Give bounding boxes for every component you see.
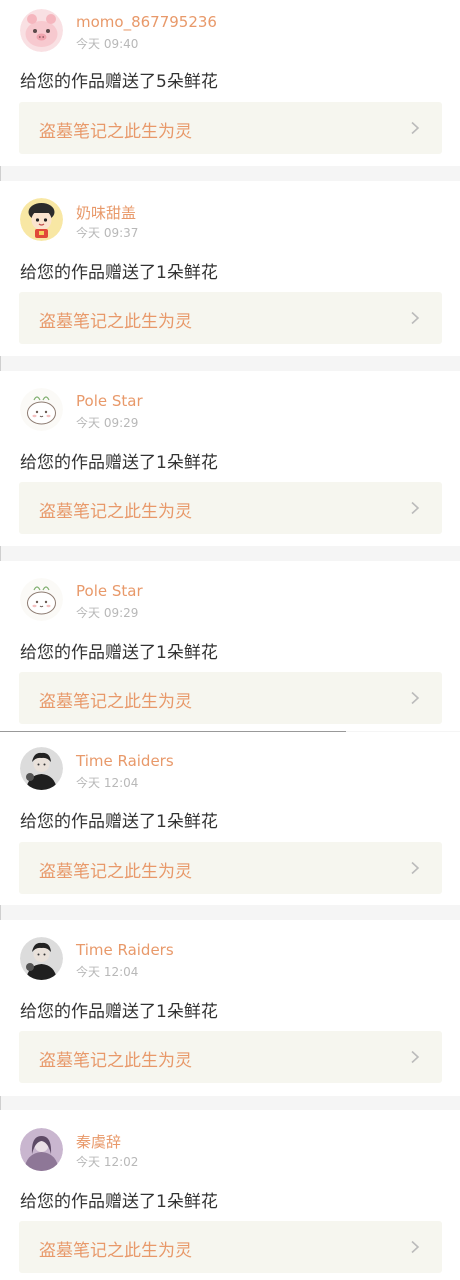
- username[interactable]: Pole Star: [76, 582, 143, 600]
- work-title: 盗墓笔记之此生为灵: [39, 692, 192, 712]
- pink-piglet-avatar-icon[interactable]: [20, 9, 63, 52]
- chevron-right-icon: [411, 691, 420, 705]
- purple-portrait-avatar-icon[interactable]: [20, 1128, 63, 1171]
- notification-card: 秦虞辞 今天 12:02 给您的作品赠送了1朵鲜花 盗墓笔记之此生为灵: [0, 1110, 460, 1280]
- username[interactable]: 秦虞辞: [76, 1131, 121, 1152]
- chevron-right-icon: [411, 311, 420, 325]
- chevron-right-icon: [411, 121, 420, 135]
- timestamp: 今天 12:04: [76, 776, 139, 790]
- dark-portrait-avatar-icon[interactable]: [20, 937, 63, 980]
- notification-card: momo_867795236 今天 09:40 给您的作品赠送了5朵鲜花 盗墓笔…: [0, 0, 460, 166]
- work-title: 盗墓笔记之此生为灵: [39, 122, 192, 142]
- work-link[interactable]: 盗墓笔记之此生为灵: [19, 672, 442, 724]
- username[interactable]: momo_867795236: [76, 13, 217, 31]
- gift-notification-feed: momo_867795236 今天 09:40 给您的作品赠送了5朵鲜花 盗墓笔…: [0, 0, 460, 1280]
- gift-message: 给您的作品赠送了1朵鲜花: [20, 453, 218, 473]
- sketch-bun-avatar-icon[interactable]: [20, 578, 63, 621]
- notification-card: Pole Star 今天 09:29 给您的作品赠送了1朵鲜花 盗墓笔记之此生为…: [0, 371, 460, 546]
- username[interactable]: Time Raiders: [76, 752, 174, 770]
- notification-card: Time Raiders 今天 12:04 给您的作品赠送了1朵鲜花 盗墓笔记之…: [0, 732, 460, 905]
- work-title: 盗墓笔记之此生为灵: [39, 1241, 192, 1261]
- notification-card: 奶味甜盖 今天 09:37 给您的作品赠送了1朵鲜花 盗墓笔记之此生为灵: [0, 181, 460, 356]
- work-link[interactable]: 盗墓笔记之此生为灵: [19, 1031, 442, 1083]
- timestamp: 今天 09:29: [76, 416, 139, 430]
- work-link[interactable]: 盗墓笔记之此生为灵: [19, 102, 442, 154]
- timestamp: 今天 09:37: [76, 226, 139, 240]
- chevron-right-icon: [411, 1050, 420, 1064]
- chevron-right-icon: [411, 501, 420, 515]
- work-title: 盗墓笔记之此生为灵: [39, 862, 192, 882]
- work-title: 盗墓笔记之此生为灵: [39, 312, 192, 332]
- gift-message: 给您的作品赠送了1朵鲜花: [20, 263, 218, 283]
- notification-card: Pole Star 今天 09:29 给您的作品赠送了1朵鲜花 盗墓笔记之此生为…: [0, 561, 460, 731]
- username[interactable]: Pole Star: [76, 392, 143, 410]
- username[interactable]: 奶味甜盖: [76, 202, 136, 223]
- timestamp: 今天 12:02: [76, 1155, 139, 1169]
- work-link[interactable]: 盗墓笔记之此生为灵: [19, 1221, 442, 1273]
- username[interactable]: Time Raiders: [76, 941, 174, 959]
- timestamp: 今天 09:29: [76, 606, 139, 620]
- chevron-right-icon: [411, 1240, 420, 1254]
- chevron-right-icon: [411, 861, 420, 875]
- gift-message: 给您的作品赠送了1朵鲜花: [20, 1002, 218, 1022]
- cartoon-girl-avatar-icon[interactable]: [20, 198, 63, 241]
- work-title: 盗墓笔记之此生为灵: [39, 502, 192, 522]
- gift-message: 给您的作品赠送了1朵鲜花: [20, 643, 218, 663]
- work-link[interactable]: 盗墓笔记之此生为灵: [19, 292, 442, 344]
- gift-message: 给您的作品赠送了1朵鲜花: [20, 1192, 218, 1212]
- notification-card: Time Raiders 今天 12:04 给您的作品赠送了1朵鲜花 盗墓笔记之…: [0, 920, 460, 1096]
- timestamp: 今天 12:04: [76, 965, 139, 979]
- work-title: 盗墓笔记之此生为灵: [39, 1051, 192, 1071]
- work-link[interactable]: 盗墓笔记之此生为灵: [19, 842, 442, 894]
- gift-message: 给您的作品赠送了1朵鲜花: [20, 812, 218, 832]
- dark-portrait-avatar-icon[interactable]: [20, 747, 63, 790]
- work-link[interactable]: 盗墓笔记之此生为灵: [19, 482, 442, 534]
- timestamp: 今天 09:40: [76, 37, 139, 51]
- sketch-bun-avatar-icon[interactable]: [20, 388, 63, 431]
- gift-message: 给您的作品赠送了5朵鲜花: [20, 72, 218, 92]
